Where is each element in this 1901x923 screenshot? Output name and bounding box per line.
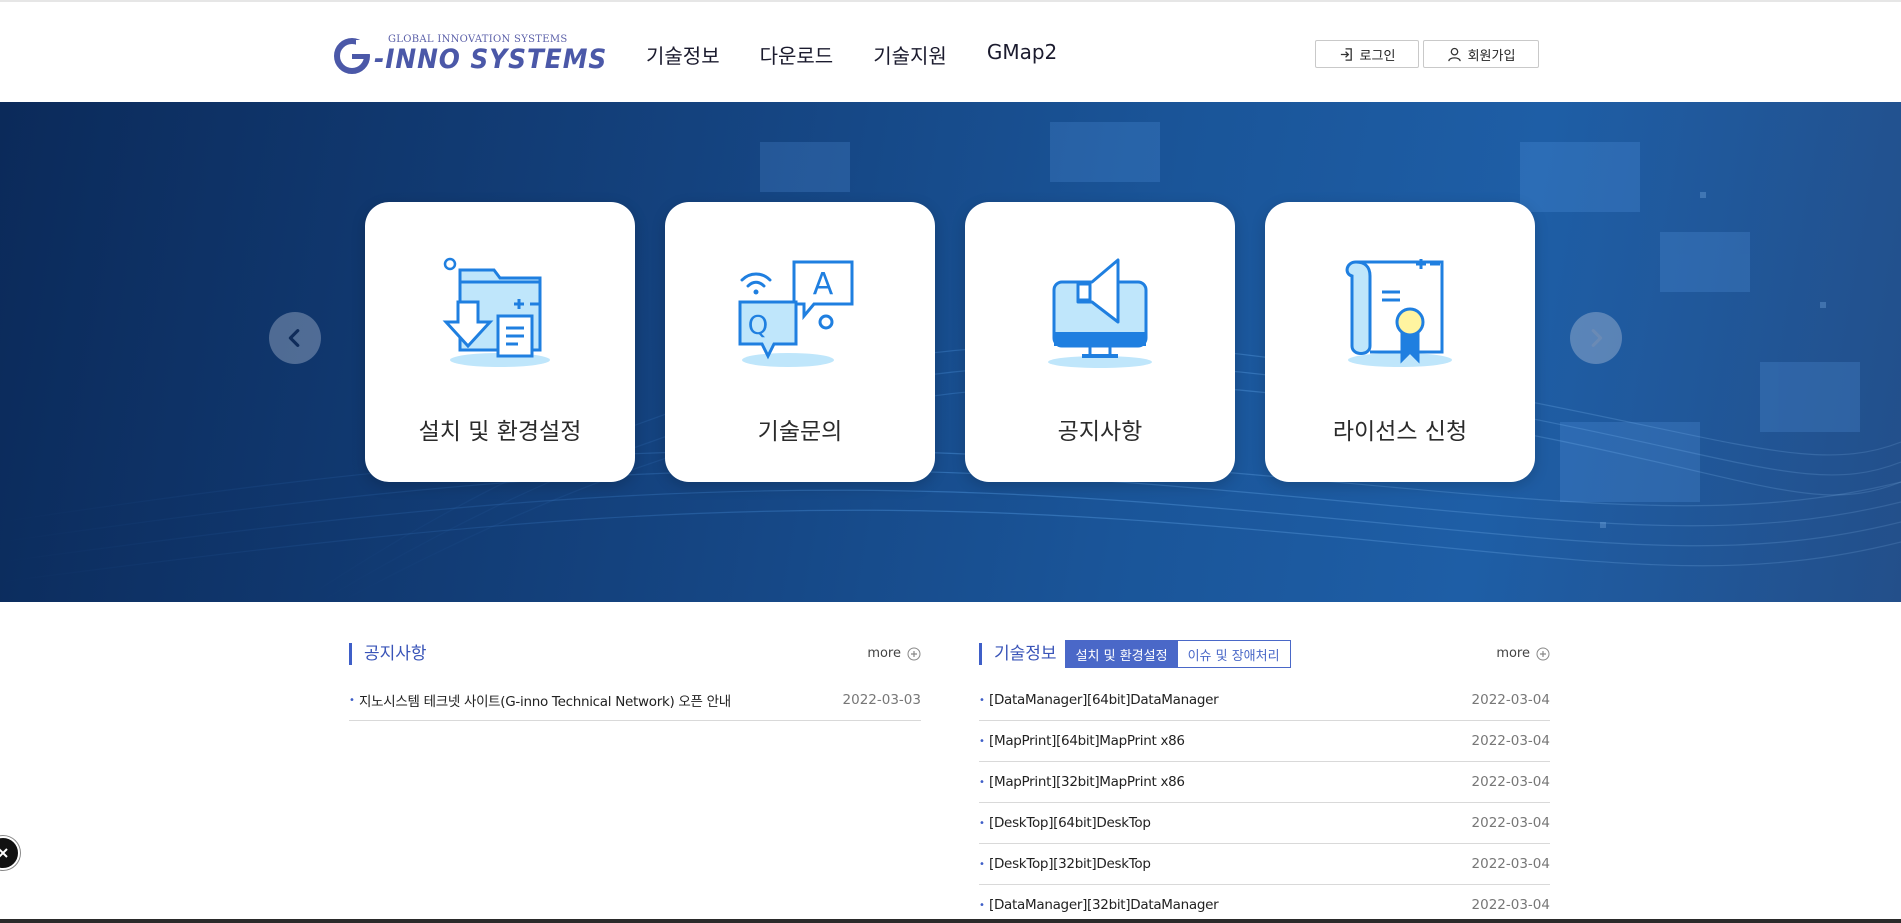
notice-board-header: 공지사항 more bbox=[349, 638, 921, 670]
user-icon bbox=[1447, 47, 1461, 61]
tech-info-more-link[interactable]: more bbox=[1496, 646, 1550, 661]
list-item-date: 2022-03-04 bbox=[1471, 774, 1550, 790]
nav-item-gmap2[interactable]: GMap2 bbox=[987, 40, 1057, 69]
notice-more-link[interactable]: more bbox=[867, 646, 921, 661]
tab-issue-troubleshooting[interactable]: 이슈 및 장애처리 bbox=[1177, 641, 1290, 667]
list-item-date: 2022-03-03 bbox=[842, 692, 921, 708]
qa-chat-icon: A Q bbox=[738, 260, 854, 367]
list-item-title: [MapPrint][64bit]MapPrint x86 bbox=[989, 733, 1185, 749]
list-item-date: 2022-03-04 bbox=[1471, 692, 1550, 708]
nav-item-tech-support[interactable]: 기술지원 bbox=[873, 40, 947, 69]
logo-wordmark: -INNO SYSTEMS bbox=[374, 44, 608, 75]
list-item-title: [MapPrint][32bit]MapPrint x86 bbox=[989, 774, 1185, 790]
svg-text:A: A bbox=[813, 267, 834, 302]
list-item-date: 2022-03-04 bbox=[1471, 733, 1550, 749]
hero-banner: 설치 및 환경설정 A Q 기술문의 공지사항 라이선스 신청 bbox=[0, 102, 1901, 602]
notice-board: 공지사항 more • 지노시스템 테크넷 사이트(G-inno Technic… bbox=[349, 638, 921, 721]
card-label: 설치 및 환경설정 bbox=[418, 419, 582, 445]
bullet: • bbox=[349, 694, 355, 706]
card-tech-inquiry[interactable]: A Q 기술문의 bbox=[665, 202, 935, 482]
chevron-left-icon bbox=[288, 329, 300, 347]
floating-close-button[interactable] bbox=[0, 836, 20, 870]
tech-info-board-header: 기술정보 설치 및 환경설정 이슈 및 장애처리 more bbox=[979, 638, 1550, 670]
login-label: 로그인 bbox=[1359, 48, 1396, 64]
nav-item-tech-info[interactable]: 기술정보 bbox=[646, 40, 720, 69]
svg-text:Q: Q bbox=[748, 311, 768, 341]
list-item[interactable]: • [DeskTop][32bit]DeskTop 2022-03-04 bbox=[979, 844, 1550, 885]
tech-info-tabs: 설치 및 환경설정 이슈 및 장애처리 bbox=[1064, 640, 1291, 668]
more-label: more bbox=[867, 646, 901, 661]
bullet: • bbox=[979, 899, 985, 911]
bottom-divider bbox=[0, 919, 1901, 923]
plus-circle-icon bbox=[1536, 647, 1550, 660]
card-label: 라이선스 신청 bbox=[1332, 419, 1468, 445]
join-button[interactable]: 회원가입 bbox=[1423, 40, 1539, 68]
header: GLOBAL INNOVATION SYSTEMS -INNO SYSTEMS … bbox=[0, 0, 1901, 102]
list-item[interactable]: • [MapPrint][32bit]MapPrint x86 2022-03-… bbox=[979, 762, 1550, 803]
bullet: • bbox=[979, 858, 985, 870]
notice-list: • 지노시스템 테크넷 사이트(G-inno Technical Network… bbox=[349, 680, 921, 721]
card-label: 공지사항 bbox=[1057, 419, 1143, 445]
bullet: • bbox=[979, 735, 985, 747]
list-item[interactable]: • [DataManager][32bit]DataManager 2022-0… bbox=[979, 885, 1550, 923]
certificate-icon bbox=[1345, 259, 1452, 367]
list-item[interactable]: • [DeskTop][64bit]DeskTop 2022-03-04 bbox=[979, 803, 1550, 844]
list-item-date: 2022-03-04 bbox=[1471, 815, 1550, 831]
list-item-title: [DataManager][64bit]DataManager bbox=[989, 692, 1219, 708]
list-item[interactable]: • [DataManager][64bit]DataManager 2022-0… bbox=[979, 680, 1550, 721]
card-install-settings[interactable]: 설치 및 환경설정 bbox=[365, 202, 635, 482]
folder-download-icon bbox=[442, 257, 550, 367]
page: GLOBAL INNOVATION SYSTEMS -INNO SYSTEMS … bbox=[0, 0, 1901, 923]
logo-g-icon bbox=[334, 38, 374, 74]
list-item[interactable]: • 지노시스템 테크넷 사이트(G-inno Technical Network… bbox=[349, 680, 921, 721]
bullet: • bbox=[979, 776, 985, 788]
join-label: 회원가입 bbox=[1467, 48, 1516, 64]
chevron-right-icon bbox=[1591, 329, 1603, 347]
list-item-date: 2022-03-04 bbox=[1471, 897, 1550, 913]
login-icon bbox=[1340, 47, 1352, 61]
list-item-title: [DeskTop][32bit]DeskTop bbox=[989, 856, 1151, 872]
list-item-title: [DataManager][32bit]DataManager bbox=[989, 897, 1219, 913]
tech-info-board-title: 기술정보 bbox=[979, 643, 1057, 665]
card-license[interactable]: 라이선스 신청 bbox=[1265, 202, 1535, 482]
bullet: • bbox=[979, 694, 985, 706]
tech-info-board: 기술정보 설치 및 환경설정 이슈 및 장애처리 more • [DataMan… bbox=[979, 638, 1550, 923]
tech-info-list: • [DataManager][64bit]DataManager 2022-0… bbox=[979, 680, 1550, 923]
bullet: • bbox=[979, 817, 985, 829]
carousel-prev-button[interactable] bbox=[269, 312, 321, 364]
main-nav: 기술정보 다운로드 기술지원 GMap2 bbox=[646, 40, 1057, 69]
login-button[interactable]: 로그인 bbox=[1315, 40, 1419, 68]
close-icon bbox=[0, 848, 8, 858]
tab-install-settings[interactable]: 설치 및 환경설정 bbox=[1065, 641, 1178, 667]
list-item-title: 지노시스템 테크넷 사이트(G-inno Technical Network) … bbox=[359, 694, 731, 710]
more-label: more bbox=[1496, 646, 1530, 661]
notice-board-title: 공지사항 bbox=[349, 643, 427, 665]
nav-item-download[interactable]: 다운로드 bbox=[760, 40, 834, 69]
card-label: 기술문의 bbox=[757, 419, 843, 445]
list-item[interactable]: • [MapPrint][64bit]MapPrint x86 2022-03-… bbox=[979, 721, 1550, 762]
carousel-next-button[interactable] bbox=[1570, 312, 1622, 364]
card-notice[interactable]: 공지사항 bbox=[965, 202, 1235, 482]
monitor-megaphone-icon bbox=[1048, 258, 1152, 368]
list-item-date: 2022-03-04 bbox=[1471, 856, 1550, 872]
list-item-title: [DeskTop][64bit]DeskTop bbox=[989, 815, 1151, 831]
auth-buttons: 로그인 회원가입 bbox=[1315, 40, 1539, 68]
logo[interactable]: GLOBAL INNOVATION SYSTEMS -INNO SYSTEMS bbox=[334, 34, 606, 78]
plus-circle-icon bbox=[907, 647, 921, 660]
